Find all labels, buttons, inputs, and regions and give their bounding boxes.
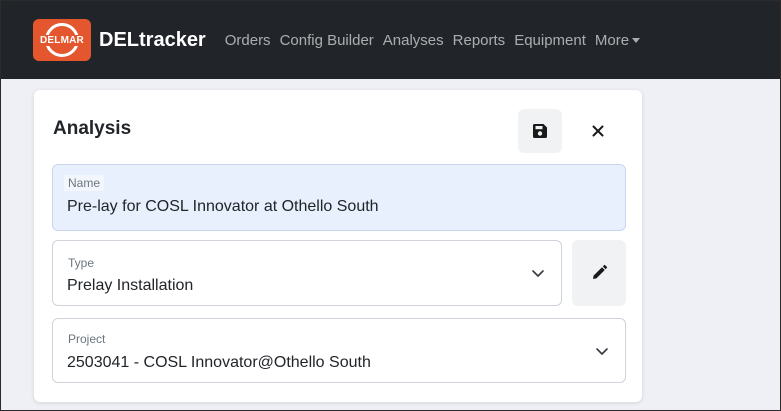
project-select-value: 2503041 - COSL Innovator@Othello South (67, 354, 371, 371)
nav-item-orders[interactable]: Orders (225, 32, 271, 49)
name-input-value: Pre-lay for COSL Innovator at Othello So… (67, 198, 379, 215)
nav-item-equipment[interactable]: Equipment (514, 32, 586, 49)
card-title: Analysis (53, 118, 132, 139)
nav-item-config-builder[interactable]: Config Builder (280, 32, 374, 49)
type-select[interactable]: Type Prelay Installation (52, 240, 562, 306)
type-select-value: Prelay Installation (67, 277, 194, 294)
name-field[interactable]: Name Pre-lay for COSL Innovator at Othel… (52, 164, 626, 231)
nav-menu: Orders Config Builder Analyses Reports E… (225, 32, 649, 49)
nav-more-label: More (594, 31, 630, 49)
analysis-card: Analysis Name Pre-lay for COSL Innovator… (34, 90, 642, 402)
close-icon (592, 125, 604, 137)
pencil-icon (593, 264, 608, 279)
chevron-down-icon (532, 270, 544, 277)
save-button[interactable] (518, 109, 562, 153)
nav-item-reports[interactable]: Reports (453, 32, 506, 49)
nav-item-analyses[interactable]: Analyses (383, 32, 444, 49)
edit-type-button[interactable] (572, 240, 626, 306)
close-button[interactable] (576, 109, 620, 153)
nav-item-more[interactable]: More (594, 31, 641, 49)
name-label: Name (64, 175, 105, 191)
project-select[interactable]: Project 2503041 - COSL Innovator@Othello… (52, 318, 626, 383)
logo-text: DELMAR (39, 34, 85, 46)
caret-down-icon (632, 38, 641, 44)
project-label: Project (68, 332, 106, 346)
delmar-logo[interactable]: DELMAR (33, 19, 91, 61)
type-label: Type (68, 256, 95, 270)
chevron-down-icon (596, 348, 608, 355)
brand-name[interactable]: DELtracker (99, 29, 206, 52)
top-navbar: DELMAR DELtracker Orders Config Builder … (1, 1, 780, 79)
app-window: DELMAR DELtracker Orders Config Builder … (0, 0, 781, 411)
floppy-disk-icon (533, 124, 547, 138)
